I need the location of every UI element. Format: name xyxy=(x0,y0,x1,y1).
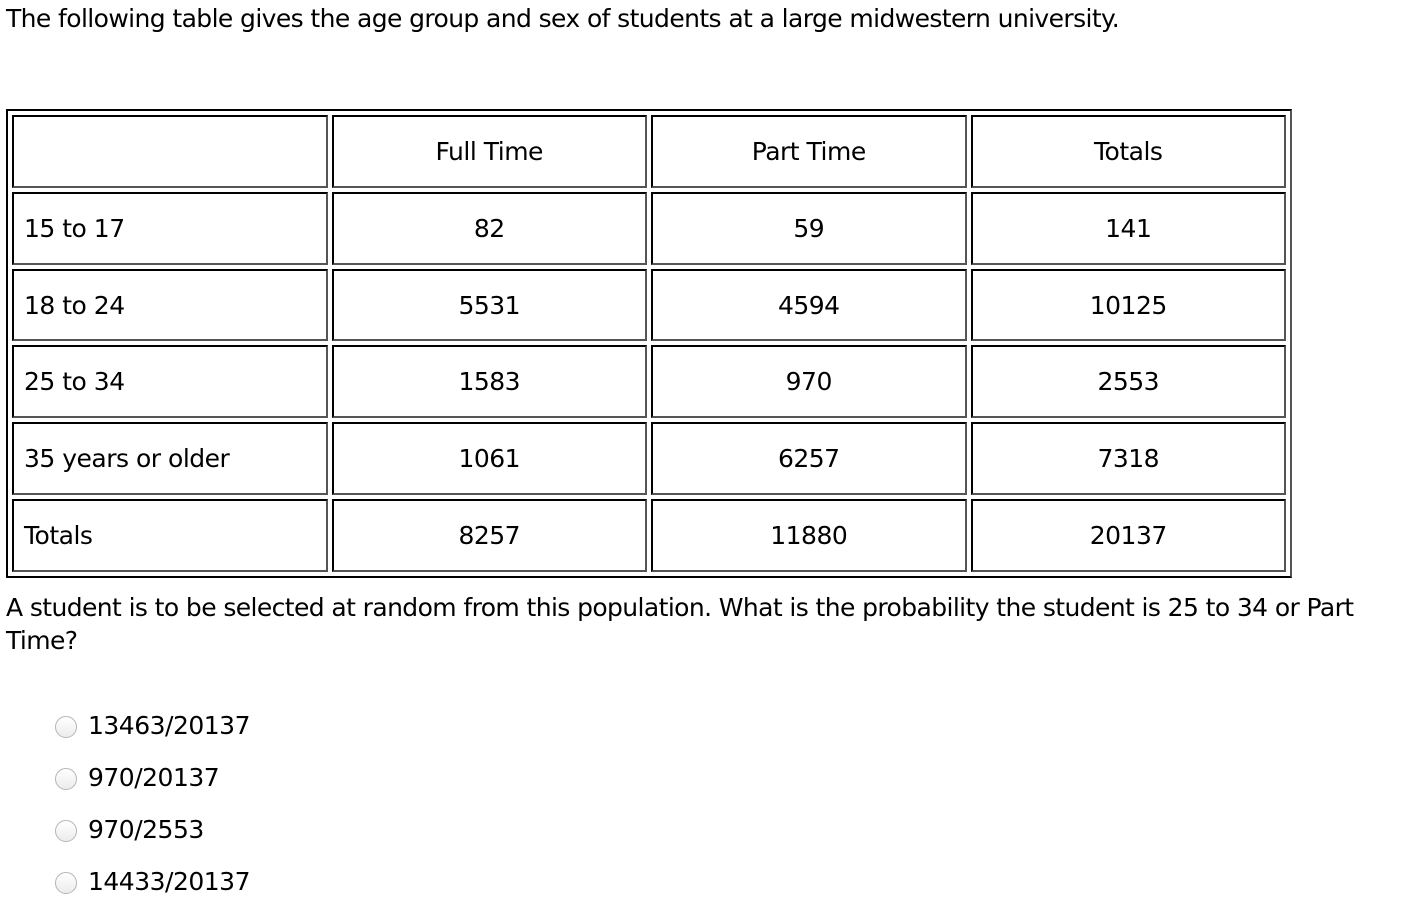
cell-totals: 20137 xyxy=(970,499,1286,572)
radio-button[interactable] xyxy=(55,716,77,738)
cell-part-time: 59 xyxy=(651,191,967,265)
table-header-row: Full Time Part Time Totals xyxy=(12,115,1286,188)
cell-part-time: 6257 xyxy=(651,422,967,496)
option-label[interactable]: 970/2553 xyxy=(88,815,204,844)
row-label: 25 to 34 xyxy=(12,345,328,419)
answer-option[interactable]: 14433/20137 xyxy=(55,855,250,907)
header-cell-part-time: Part Time xyxy=(651,115,967,188)
answer-option[interactable]: 970/2553 xyxy=(55,803,250,855)
radio-button[interactable] xyxy=(55,872,77,894)
table-row: 25 to 34 1583 970 2553 xyxy=(12,345,1286,419)
cell-part-time: 4594 xyxy=(651,268,967,342)
answer-options: 13463/20137 970/20137 970/2553 14433/201… xyxy=(55,699,250,907)
option-label[interactable]: 970/20137 xyxy=(88,763,220,792)
intro-text: The following table gives the age group … xyxy=(6,4,1120,33)
cell-totals: 7318 xyxy=(970,422,1286,496)
cell-full-time: 8257 xyxy=(331,499,647,572)
cell-full-time: 5531 xyxy=(331,268,647,342)
cell-part-time: 11880 xyxy=(651,499,967,572)
row-label: Totals xyxy=(12,499,328,572)
header-cell-totals: Totals xyxy=(970,115,1286,188)
radio-button[interactable] xyxy=(55,768,77,790)
cell-full-time: 1583 xyxy=(331,345,647,419)
table-row-totals: Totals 8257 11880 20137 xyxy=(12,499,1286,572)
option-label[interactable]: 13463/20137 xyxy=(88,711,250,740)
header-cell-full-time: Full Time xyxy=(331,115,647,188)
table-row: 15 to 17 82 59 141 xyxy=(12,191,1286,265)
row-label: 18 to 24 xyxy=(12,268,328,342)
cell-totals: 141 xyxy=(970,191,1286,265)
header-cell-blank xyxy=(12,115,328,188)
row-label: 15 to 17 xyxy=(12,191,328,265)
option-label[interactable]: 14433/20137 xyxy=(88,867,250,896)
table-row: 18 to 24 5531 4594 10125 xyxy=(12,268,1286,342)
answer-option[interactable]: 970/20137 xyxy=(55,751,250,803)
row-label: 35 years or older xyxy=(12,422,328,496)
table-row: 35 years or older 1061 6257 7318 xyxy=(12,422,1286,496)
question-text: A student is to be selected at random fr… xyxy=(6,593,1354,655)
cell-totals: 2553 xyxy=(970,345,1286,419)
answer-option[interactable]: 13463/20137 xyxy=(55,699,250,751)
cell-full-time: 82 xyxy=(331,191,647,265)
cell-totals: 10125 xyxy=(970,268,1286,342)
data-table: Full Time Part Time Totals 15 to 17 82 5… xyxy=(6,109,1292,578)
radio-button[interactable] xyxy=(55,820,77,842)
cell-part-time: 970 xyxy=(651,345,967,419)
cell-full-time: 1061 xyxy=(331,422,647,496)
